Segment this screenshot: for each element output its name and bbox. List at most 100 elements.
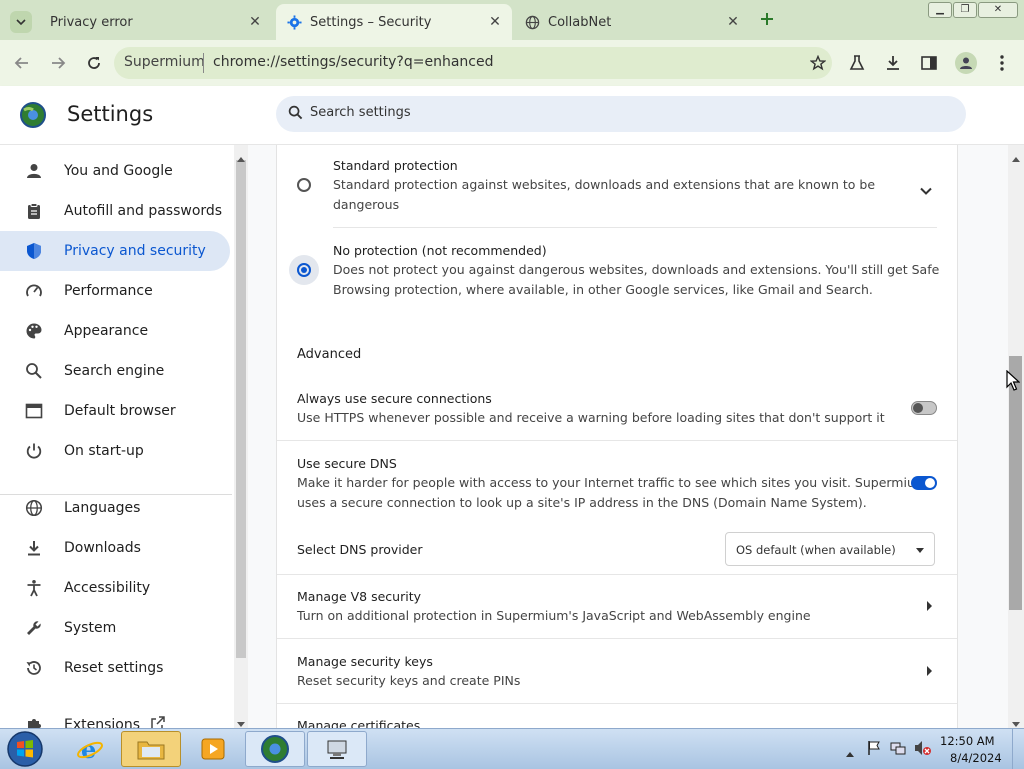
maximize-button[interactable]: ❐ [953, 2, 977, 18]
search-input[interactable] [308, 104, 912, 121]
sidebar-item-reset-settings[interactable]: Reset settings [0, 648, 230, 688]
no-protection-desc-line2: Browsing protection, where available, in… [333, 282, 873, 297]
security-keys-title[interactable]: Manage security keys [297, 654, 433, 669]
browser-icon [24, 401, 44, 421]
sidebar-item-label: Autofill and passwords [64, 203, 223, 219]
address-bar[interactable]: Supermium chrome://settings/security?q=e… [114, 47, 832, 79]
sidebar-item-languages[interactable]: Languages [0, 488, 230, 528]
standard-protection-title: Standard protection [333, 158, 458, 173]
sidebar-item-system[interactable]: System [0, 608, 230, 648]
start-button[interactable] [4, 730, 46, 768]
sidebar-item-default-browser[interactable]: Default browser [0, 391, 230, 431]
sidebar-item-label: Default browser [64, 403, 176, 419]
security-card: Standard protection Standard protection … [276, 145, 958, 728]
sidebar-item-performance[interactable]: Performance [0, 271, 230, 311]
forward-button[interactable] [46, 51, 70, 75]
arrow-right-icon[interactable] [927, 666, 932, 676]
back-button[interactable] [10, 51, 34, 75]
certificates-title[interactable]: Manage certificates [297, 718, 420, 728]
scroll-up-arrow-icon[interactable] [236, 148, 246, 162]
sidebar-item-label: Accessibility [64, 580, 151, 596]
sidebar-item-search-engine[interactable]: Search engine [0, 351, 230, 391]
https-toggle[interactable] [911, 401, 937, 415]
new-tab-button[interactable] [756, 8, 778, 30]
v8-security-title[interactable]: Manage V8 security [297, 589, 421, 604]
clipboard-icon [24, 201, 44, 221]
dns-provider-label: Select DNS provider [297, 542, 423, 557]
person-icon [24, 161, 44, 181]
tab-settings-security[interactable]: Settings – Security ✕ [276, 4, 512, 40]
tab-privacy-error[interactable]: Privacy error ✕ [0, 4, 272, 40]
secure-dns-toggle[interactable] [911, 476, 937, 490]
tab-collabnet[interactable]: CollabNet ✕ [514, 4, 750, 40]
standard-protection-desc-line2: dangerous [333, 197, 400, 212]
profile-avatar[interactable] [955, 52, 977, 74]
expand-chevron-icon[interactable] [920, 180, 932, 199]
search-settings-box[interactable] [276, 96, 966, 132]
minimize-button[interactable]: ▁ [928, 2, 952, 18]
taskbar-media-player-button[interactable] [183, 731, 243, 767]
secure-dns-title: Use secure DNS [297, 456, 397, 471]
toggle-knob [913, 403, 923, 413]
taskbar-app-button[interactable] [307, 731, 367, 767]
tab-strip: Privacy error ✕ Settings – Security ✕ Co… [0, 0, 1024, 40]
dropdown-arrow-icon [916, 548, 924, 553]
flag-icon[interactable] [866, 740, 882, 760]
more-menu-icon[interactable] [994, 54, 1010, 76]
clock-date[interactable]: 8/4/2024 [950, 751, 1002, 765]
search-icon [288, 105, 303, 124]
page-title: Settings [67, 102, 154, 126]
taskbar-ie-button[interactable]: e [60, 731, 120, 767]
scroll-down-arrow-icon[interactable] [236, 714, 246, 727]
person-icon [960, 57, 972, 69]
address-url[interactable]: chrome://settings/security?q=enhanced [213, 54, 494, 70]
standard-protection-desc-line1: Standard protection against websites, do… [333, 177, 876, 192]
show-desktop-button[interactable] [1012, 729, 1024, 769]
star-icon[interactable] [809, 54, 827, 75]
globe-icon [524, 14, 540, 30]
close-icon[interactable]: ✕ [724, 13, 742, 31]
sidebar-item-label: Appearance [64, 323, 149, 339]
sidebar-item-label: System [64, 620, 117, 636]
reload-icon [88, 57, 100, 69]
side-panel-icon[interactable] [920, 54, 938, 76]
close-icon[interactable]: ✕ [246, 13, 264, 31]
dns-provider-select[interactable]: OS default (when available) [725, 532, 935, 566]
network-icon[interactable] [890, 740, 906, 760]
sidebar-scrollbar-thumb[interactable] [236, 160, 246, 658]
sidebar-item-downloads[interactable]: Downloads [0, 528, 230, 568]
sidebar-item-privacy-and-security[interactable]: Privacy and security [0, 231, 230, 271]
download-icon[interactable] [884, 54, 902, 76]
sidebar-item-label: Downloads [64, 540, 141, 556]
reload-button[interactable] [82, 51, 106, 75]
sidebar-item-on-start-up[interactable]: On start-up [0, 431, 230, 471]
clock-time[interactable]: 12:50 AM [940, 734, 995, 748]
divider [277, 440, 957, 441]
taskbar-explorer-button[interactable] [121, 731, 181, 767]
search-icon [24, 361, 44, 381]
tab-title: Privacy error [50, 14, 133, 30]
volume-muted-icon[interactable] [914, 740, 932, 760]
taskbar-supermium-button[interactable] [245, 731, 305, 767]
no-protection-radio[interactable] [297, 263, 311, 277]
sidebar-item-you-and-google[interactable]: You and Google [0, 151, 230, 191]
standard-protection-radio[interactable] [297, 178, 311, 192]
chevron-down-icon[interactable] [10, 11, 32, 33]
divider [333, 227, 937, 228]
close-icon[interactable]: ✕ [486, 13, 504, 31]
sidebar-item-extensions[interactable]: Extensions [0, 705, 230, 728]
arrow-right-icon[interactable] [927, 601, 932, 611]
shield-icon [24, 241, 44, 261]
arrow-left-icon [14, 57, 28, 69]
show-hidden-icons-icon[interactable] [845, 743, 855, 762]
puzzle-icon [24, 715, 44, 728]
sidebar-item-appearance[interactable]: Appearance [0, 311, 230, 351]
labs-flask-icon[interactable] [848, 54, 866, 76]
scroll-down-arrow-icon[interactable] [1011, 714, 1021, 727]
settings-header: Settings [0, 86, 1024, 145]
sidebar-item-accessibility[interactable]: Accessibility [0, 568, 230, 608]
sidebar-item-autofill[interactable]: Autofill and passwords [0, 191, 230, 231]
scroll-up-arrow-icon[interactable] [1011, 148, 1021, 162]
external-link-icon [150, 715, 166, 728]
close-window-button[interactable]: ✕ [978, 2, 1018, 18]
